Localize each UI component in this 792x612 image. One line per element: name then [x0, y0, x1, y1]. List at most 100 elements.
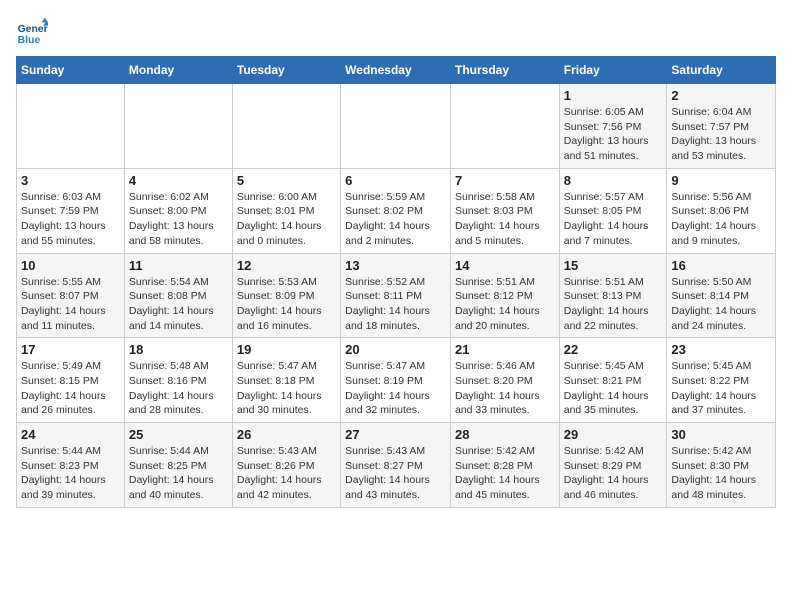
calendar-cell: 11Sunrise: 5:54 AM Sunset: 8:08 PM Dayli… [124, 253, 232, 338]
calendar-cell: 8 Sunrise: 5:57 AM Sunset: 8:05 PM Daylig… [559, 168, 667, 253]
calendar-cell: 13Sunrise: 5:52 AM Sunset: 8:11 PM Dayli… [341, 253, 451, 338]
day-number: 20 [345, 342, 446, 357]
day-info: Sunrise: 5:45 AM Sunset: 8:21 PM Dayligh… [564, 359, 663, 418]
calendar-cell: 15 Sunrise: 5:51 AM Sunset: 8:13 PM Dayli… [559, 253, 667, 338]
day-info: Sunrise: 5:52 AM Sunset: 8:11 PM Dayligh… [345, 275, 446, 334]
day-number: 22 [564, 342, 663, 357]
calendar-table: SundayMondayTuesdayWednesdayThursdayFrid… [16, 56, 776, 508]
calendar-cell: 19Sunrise: 5:47 AM Sunset: 8:18 PM Dayli… [232, 338, 340, 423]
day-info: Sunrise: 5:59 AM Sunset: 8:02 PM Dayligh… [345, 190, 446, 249]
calendar-cell: 5Sunrise: 6:00 AM Sunset: 8:01 PM Daylig… [232, 168, 340, 253]
day-info: Sunrise: 5:54 AM Sunset: 8:08 PM Dayligh… [129, 275, 228, 334]
calendar-cell: 24 Sunrise: 5:44 AM Sunset: 8:23 PM Dayli… [17, 423, 125, 508]
calendar-cell: 25 Sunrise: 5:44 AM Sunset: 8:25 PM Dayli… [124, 423, 232, 508]
day-info: Sunrise: 5:53 AM Sunset: 8:09 PM Dayligh… [237, 275, 336, 334]
day-info: Sunrise: 5:43 AM Sunset: 8:27 PM Dayligh… [345, 444, 446, 503]
day-info: Sunrise: 5:47 AM Sunset: 8:19 PM Dayligh… [345, 359, 446, 418]
calendar-cell: 10 Sunrise: 5:55 AM Sunset: 8:07 PM Dayli… [17, 253, 125, 338]
day-number: 26 [237, 427, 336, 442]
day-number: 28 [455, 427, 555, 442]
day-info: Sunrise: 6:03 AM Sunset: 7:59 PM Dayligh… [21, 190, 120, 249]
day-number: 4 [129, 173, 228, 188]
day-info: Sunrise: 5:44 AM Sunset: 8:25 PM Dayligh… [129, 444, 228, 503]
day-info: Sunrise: 5:42 AM Sunset: 8:29 PM Dayligh… [564, 444, 663, 503]
calendar-cell: 17 Sunrise: 5:49 AM Sunset: 8:15 PM Dayli… [17, 338, 125, 423]
day-number: 29 [564, 427, 663, 442]
calendar-cell: 23 Sunrise: 5:45 AM Sunset: 8:22 PM Dayli… [667, 338, 776, 423]
day-number: 27 [345, 427, 446, 442]
calendar-cell: 7 Sunrise: 5:58 AM Sunset: 8:03 PM Daylig… [450, 168, 559, 253]
calendar-cell: 2 Sunrise: 6:04 AM Sunset: 7:57 PM Daylig… [667, 84, 776, 169]
calendar-cell: 29 Sunrise: 5:42 AM Sunset: 8:29 PM Dayli… [559, 423, 667, 508]
day-info: Sunrise: 5:55 AM Sunset: 8:07 PM Dayligh… [21, 275, 120, 334]
day-info: Sunrise: 5:45 AM Sunset: 8:22 PM Dayligh… [671, 359, 771, 418]
day-number: 8 [564, 173, 663, 188]
weekday-header-wednesday: Wednesday [341, 57, 451, 84]
day-info: Sunrise: 5:42 AM Sunset: 8:28 PM Dayligh… [455, 444, 555, 503]
calendar-cell [450, 84, 559, 169]
weekday-header-friday: Friday [559, 57, 667, 84]
svg-text:Blue: Blue [18, 35, 41, 46]
day-number: 12 [237, 258, 336, 273]
logo: General Blue [16, 16, 52, 48]
day-info: Sunrise: 5:58 AM Sunset: 8:03 PM Dayligh… [455, 190, 555, 249]
weekday-header-saturday: Saturday [667, 57, 776, 84]
weekday-header-tuesday: Tuesday [232, 57, 340, 84]
calendar-cell: 9 Sunrise: 5:56 AM Sunset: 8:06 PM Daylig… [667, 168, 776, 253]
calendar-cell: 18 Sunrise: 5:48 AM Sunset: 8:16 PM Dayli… [124, 338, 232, 423]
day-info: Sunrise: 5:51 AM Sunset: 8:12 PM Dayligh… [455, 275, 555, 334]
calendar-cell [341, 84, 451, 169]
calendar-cell: 16Sunrise: 5:50 AM Sunset: 8:14 PM Dayli… [667, 253, 776, 338]
calendar-cell [232, 84, 340, 169]
day-number: 9 [671, 173, 771, 188]
weekday-header-sunday: Sunday [17, 57, 125, 84]
day-info: Sunrise: 5:44 AM Sunset: 8:23 PM Dayligh… [21, 444, 120, 503]
day-number: 2 [671, 88, 771, 103]
day-number: 10 [21, 258, 120, 273]
day-number: 3 [21, 173, 120, 188]
calendar-cell: 1 Sunrise: 6:05 AM Sunset: 7:56 PM Daylig… [559, 84, 667, 169]
weekday-header-thursday: Thursday [450, 57, 559, 84]
calendar-cell [17, 84, 125, 169]
calendar-cell: 28 Sunrise: 5:42 AM Sunset: 8:28 PM Dayli… [450, 423, 559, 508]
calendar-cell [124, 84, 232, 169]
day-number: 19 [237, 342, 336, 357]
day-number: 15 [564, 258, 663, 273]
day-info: Sunrise: 5:56 AM Sunset: 8:06 PM Dayligh… [671, 190, 771, 249]
day-number: 16 [671, 258, 771, 273]
calendar-cell: 4Sunrise: 6:02 AM Sunset: 8:00 PM Daylig… [124, 168, 232, 253]
day-info: Sunrise: 5:57 AM Sunset: 8:05 PM Dayligh… [564, 190, 663, 249]
day-number: 24 [21, 427, 120, 442]
calendar-cell: 20 Sunrise: 5:47 AM Sunset: 8:19 PM Dayli… [341, 338, 451, 423]
day-number: 14 [455, 258, 555, 273]
calendar-cell: 27 Sunrise: 5:43 AM Sunset: 8:27 PM Dayli… [341, 423, 451, 508]
day-number: 21 [455, 342, 555, 357]
day-info: Sunrise: 5:49 AM Sunset: 8:15 PM Dayligh… [21, 359, 120, 418]
day-number: 7 [455, 173, 555, 188]
day-info: Sunrise: 5:51 AM Sunset: 8:13 PM Dayligh… [564, 275, 663, 334]
day-number: 25 [129, 427, 228, 442]
svg-text:General: General [18, 24, 48, 35]
calendar-cell: 22 Sunrise: 5:45 AM Sunset: 8:21 PM Dayli… [559, 338, 667, 423]
day-info: Sunrise: 5:42 AM Sunset: 8:30 PM Dayligh… [671, 444, 771, 503]
calendar-cell: 6Sunrise: 5:59 AM Sunset: 8:02 PM Daylig… [341, 168, 451, 253]
day-number: 18 [129, 342, 228, 357]
calendar-cell: 3 Sunrise: 6:03 AM Sunset: 7:59 PM Daylig… [17, 168, 125, 253]
day-info: Sunrise: 5:46 AM Sunset: 8:20 PM Dayligh… [455, 359, 555, 418]
day-info: Sunrise: 5:43 AM Sunset: 8:26 PM Dayligh… [237, 444, 336, 503]
logo-icon: General Blue [16, 16, 48, 48]
calendar-cell: 26 Sunrise: 5:43 AM Sunset: 8:26 PM Dayli… [232, 423, 340, 508]
day-info: Sunrise: 5:48 AM Sunset: 8:16 PM Dayligh… [129, 359, 228, 418]
day-info: Sunrise: 6:05 AM Sunset: 7:56 PM Dayligh… [564, 105, 663, 164]
day-number: 5 [237, 173, 336, 188]
calendar-cell: 12 Sunrise: 5:53 AM Sunset: 8:09 PM Dayli… [232, 253, 340, 338]
calendar-cell: 14 Sunrise: 5:51 AM Sunset: 8:12 PM Dayli… [450, 253, 559, 338]
day-info: Sunrise: 6:04 AM Sunset: 7:57 PM Dayligh… [671, 105, 771, 164]
weekday-header-monday: Monday [124, 57, 232, 84]
day-number: 1 [564, 88, 663, 103]
day-number: 23 [671, 342, 771, 357]
day-number: 30 [671, 427, 771, 442]
calendar-cell: 30 Sunrise: 5:42 AM Sunset: 8:30 PM Dayli… [667, 423, 776, 508]
calendar-cell: 21 Sunrise: 5:46 AM Sunset: 8:20 PM Dayli… [450, 338, 559, 423]
day-number: 17 [21, 342, 120, 357]
